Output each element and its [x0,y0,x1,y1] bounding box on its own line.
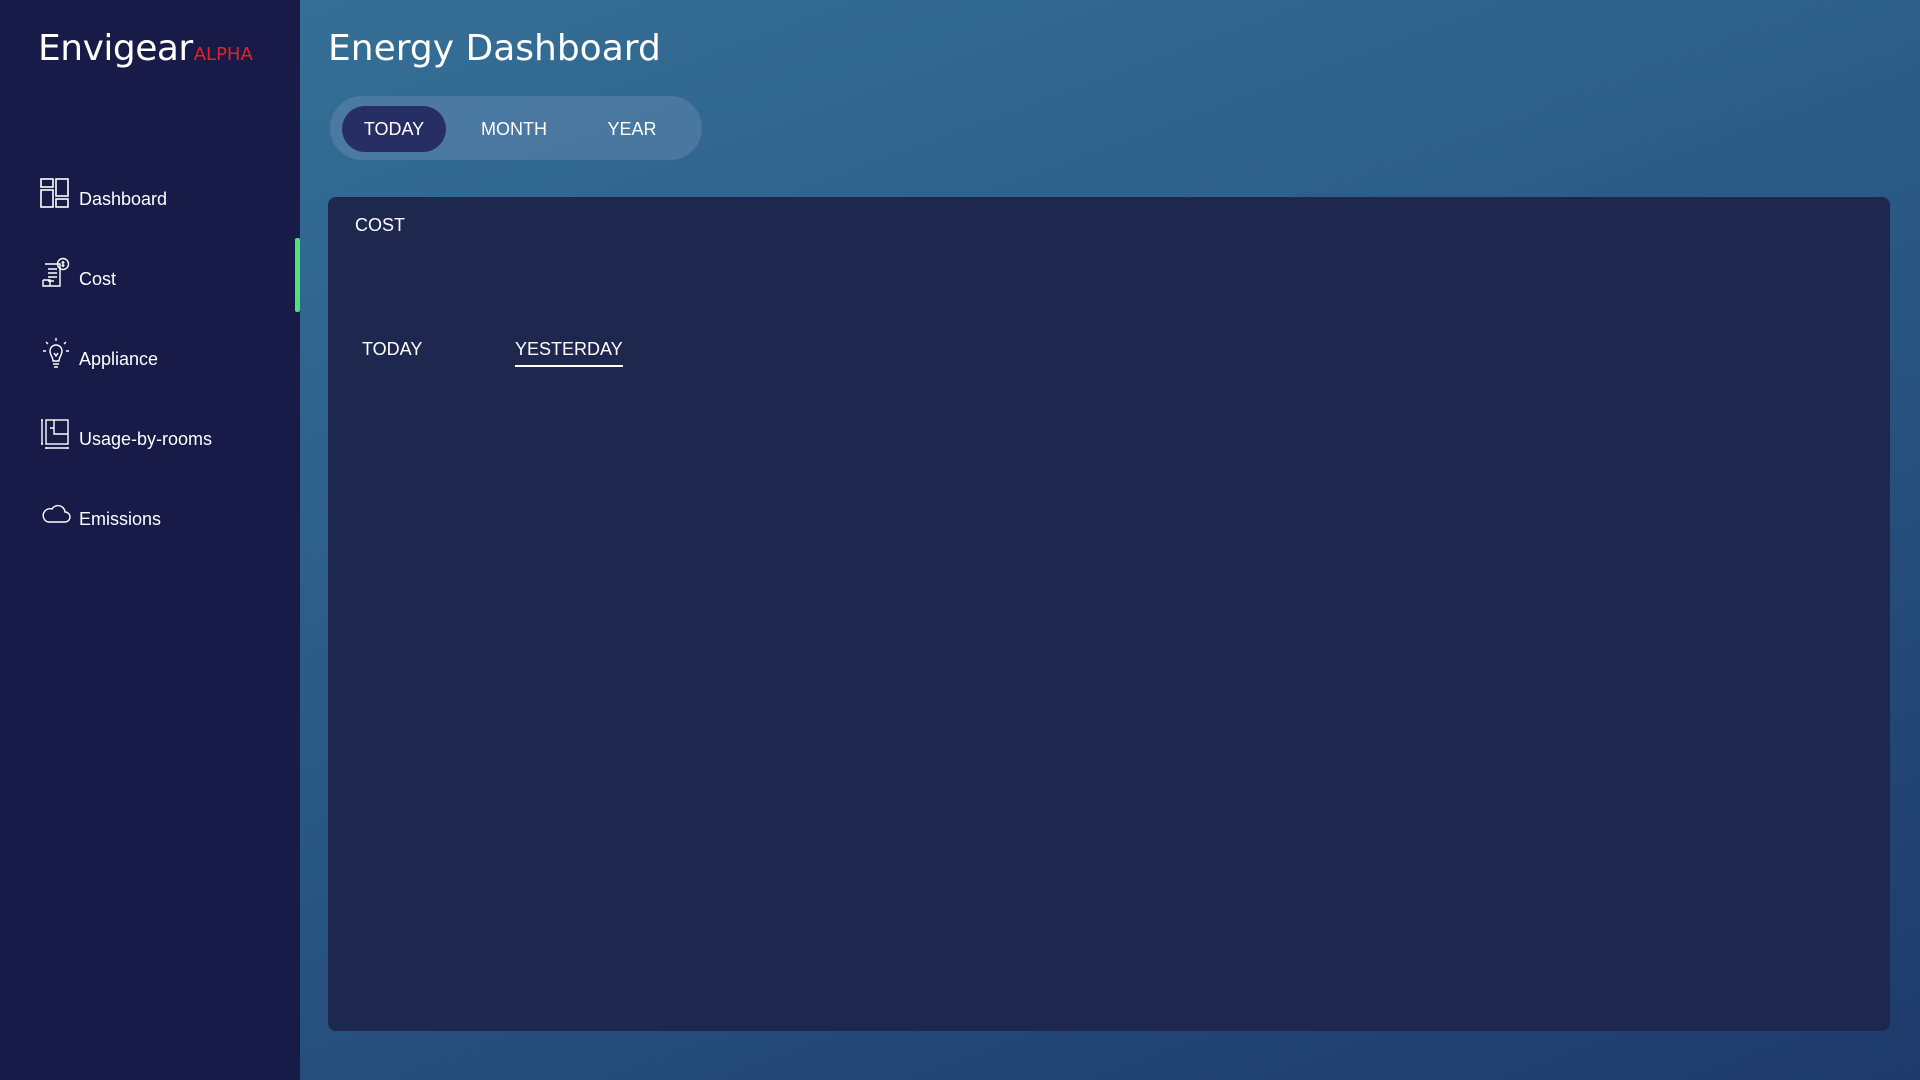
sidebar-item-usage-by-rooms[interactable]: Usage-by-rooms [40,408,212,452]
sidebar-item-label: Emissions [79,509,162,529]
subtab-today[interactable]: TODAY [362,339,422,365]
range-tab-group: TODAY MONTH YEAR [330,96,702,160]
lightbulb-icon [43,338,69,368]
floor-plan-icon [41,419,69,449]
sidebar-item-label: Dashboard [79,189,168,209]
cost-receipt-icon [42,257,70,287]
tab-today[interactable]: TODAY [342,106,446,152]
subtab-yesterday[interactable]: YESTERDAY [515,339,623,367]
page-title: Energy Dashboard [328,28,661,69]
brand-name: Envigear [38,28,193,69]
sidebar-item-label: Usage-by-rooms [79,429,213,449]
brand-tag: ALPHA [193,44,253,65]
cloud-icon [42,504,71,523]
cost-card: COST TODAY YESTERDAY [328,197,1890,1031]
brand-logo[interactable]: Envigear ALPHA [38,28,253,69]
sidebar-item-dashboard[interactable]: Dashboard [40,168,167,212]
tab-month[interactable]: MONTH [462,106,566,152]
sidebar-item-emissions[interactable]: Emissions [40,488,161,532]
sidebar: Envigear ALPHA Dashboard Cost Appliance [0,0,300,1080]
card-title: COST [355,215,406,235]
tab-year[interactable]: YEAR [580,106,684,152]
dashboard-grid-icon [40,178,69,208]
sidebar-item-cost[interactable]: Cost [40,248,116,292]
sidebar-item-appliance[interactable]: Appliance [40,328,158,372]
sidebar-item-label: Cost [79,269,117,289]
sidebar-item-label: Appliance [79,349,159,369]
main-content: Energy Dashboard TODAY MONTH YEAR COST T… [300,0,1920,1080]
